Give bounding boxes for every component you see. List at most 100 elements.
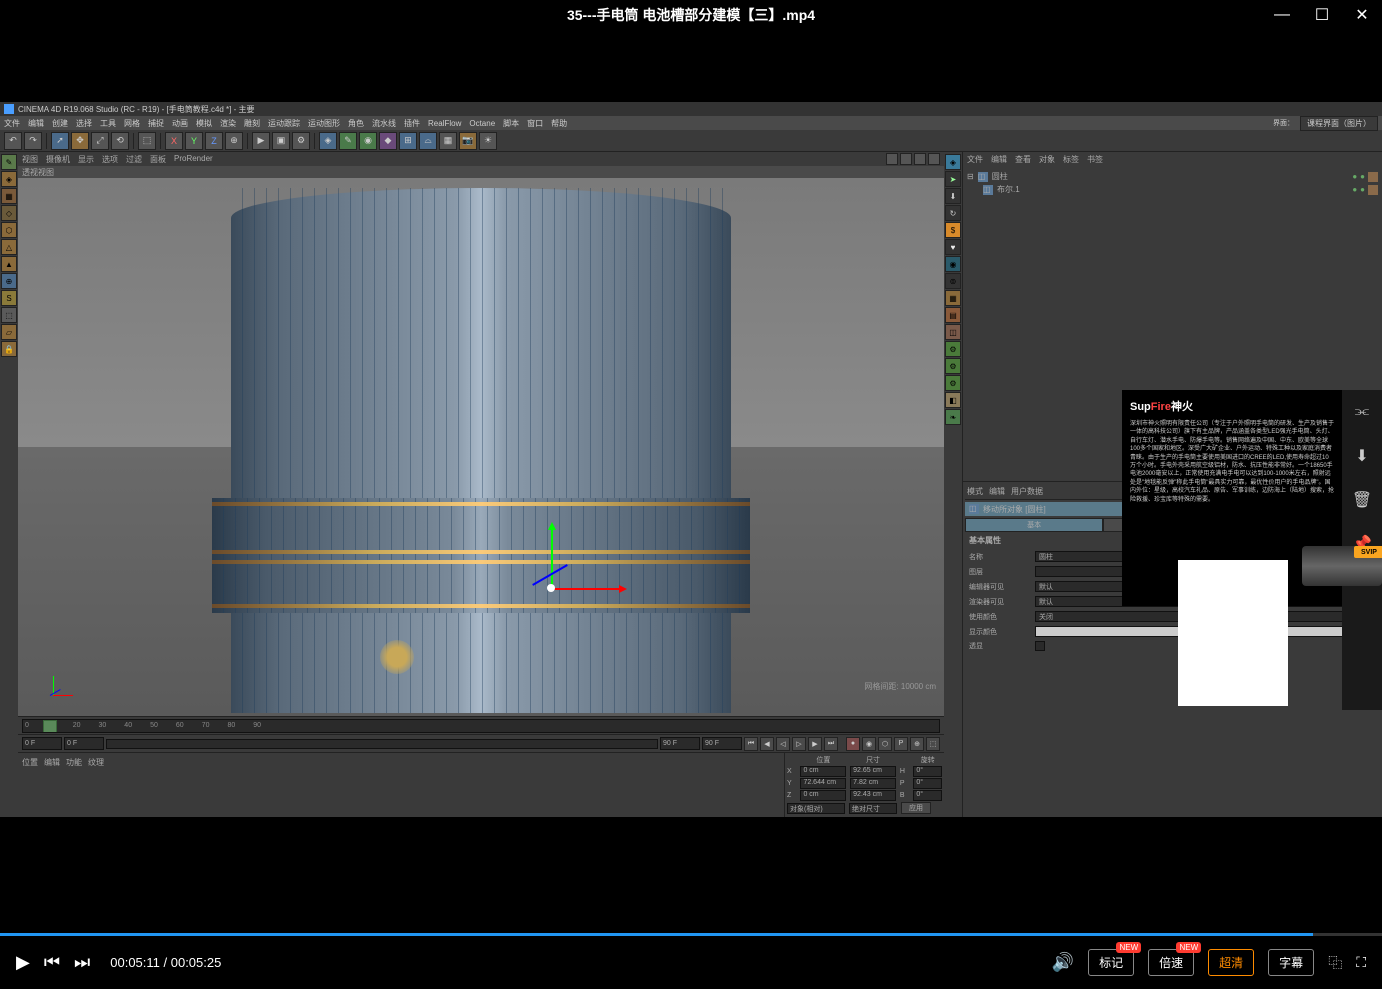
timeline-ruler[interactable]: 0 10 20 30 40 50 60 70 80 90 [22, 719, 940, 733]
scale-icon[interactable]: ⤢ [91, 132, 109, 150]
attr-tab-edit[interactable]: 编辑 [989, 486, 1005, 497]
close-button[interactable]: ✕ [1342, 0, 1382, 30]
rt-reset-icon[interactable]: ↻ [945, 205, 961, 221]
texture-mode-icon[interactable]: ▦ [1, 188, 17, 204]
bend-icon[interactable]: ⌓ [419, 132, 437, 150]
attr-tab-basic[interactable]: 基本 [965, 518, 1103, 532]
attr-xray-checkbox[interactable] [1035, 641, 1045, 651]
fullscreen-button[interactable]: ⛶ [1356, 954, 1366, 971]
menu-pipeline[interactable]: 流水线 [372, 118, 396, 129]
extrude-icon[interactable]: ◆ [379, 132, 397, 150]
om-tab-file[interactable]: 文件 [967, 154, 983, 165]
autokey-icon[interactable]: ◉ [862, 737, 876, 751]
attr-tab-mode[interactable]: 模式 [967, 486, 983, 497]
pen-icon[interactable]: ✎ [339, 132, 357, 150]
rt-arrow-icon[interactable]: ➤ [945, 171, 961, 187]
om-tab-tags[interactable]: 标签 [1063, 154, 1079, 165]
vp-tab-prorender[interactable]: ProRender [174, 154, 213, 165]
bp-tab-edit[interactable]: 编辑 [44, 757, 60, 768]
rt-heart-icon[interactable]: ♥ [945, 239, 961, 255]
attr-tab-user[interactable]: 用户数据 [1011, 486, 1043, 497]
subtitle-button[interactable]: 字幕 [1268, 949, 1314, 976]
axis-mode-icon[interactable]: ⊕ [1, 273, 17, 289]
vp-tab-filter[interactable]: 过滤 [126, 154, 142, 165]
coord-y-size[interactable]: 7.82 cm [850, 778, 896, 789]
menu-window[interactable]: 窗口 [527, 118, 543, 129]
vis-render-icon2[interactable]: ● [1360, 185, 1365, 195]
play-button[interactable]: ▶ [16, 952, 30, 973]
vp-tab-display[interactable]: 显示 [78, 154, 94, 165]
vp-nav3-icon[interactable] [914, 153, 926, 165]
vp-tab-panel[interactable]: 面板 [150, 154, 166, 165]
rotate-icon[interactable]: ⟲ [111, 132, 129, 150]
minimize-button[interactable]: — [1262, 0, 1302, 30]
render-settings-icon[interactable]: ⚙ [292, 132, 310, 150]
play-back-icon[interactable]: ◁ [776, 737, 790, 751]
menu-snap[interactable]: 捕捉 [148, 118, 164, 129]
vp-nav1-icon[interactable] [886, 153, 898, 165]
polygon-mode-icon[interactable]: ▲ [1, 256, 17, 272]
gizmo-center[interactable] [547, 584, 555, 592]
vp-nav4-icon[interactable] [928, 153, 940, 165]
om-tab-edit[interactable]: 编辑 [991, 154, 1007, 165]
rt-gear2-icon[interactable]: ⚙ [945, 358, 961, 374]
maximize-button[interactable]: ☐ [1302, 0, 1342, 30]
floor-icon[interactable]: ▦ [439, 132, 457, 150]
coord-z-size[interactable]: 92.43 cm [850, 790, 896, 801]
step-fwd-icon[interactable]: ▶ [808, 737, 822, 751]
axis-y-icon[interactable]: Y [185, 132, 203, 150]
mark-button[interactable]: 标记 NEW [1088, 949, 1134, 976]
rt-box-icon[interactable]: ◫ [945, 324, 961, 340]
coord-mode[interactable]: 对象(相对) [787, 803, 845, 814]
menu-plugins[interactable]: 插件 [404, 118, 420, 129]
layout-dropdown[interactable]: 课程界面（图片） [1300, 116, 1378, 131]
camera-icon[interactable]: 📷 [459, 132, 477, 150]
axis-z-icon[interactable]: Z [205, 132, 223, 150]
rt-globe-icon[interactable]: ◉ [945, 256, 961, 272]
volume-icon[interactable]: 🔊 [1052, 952, 1074, 973]
model-mode-icon[interactable]: ◈ [1, 171, 17, 187]
rt-leaf-icon[interactable]: ❧ [945, 409, 961, 425]
rt-gear3-icon[interactable]: ⚙ [945, 375, 961, 391]
edge-mode-icon[interactable]: △ [1, 239, 17, 255]
gizmo-x-axis[interactable] [551, 588, 621, 590]
keyframe-icon[interactable]: ● [846, 737, 860, 751]
rt-cube-icon[interactable]: ◈ [945, 154, 961, 170]
gizmo-z-axis[interactable] [532, 564, 568, 586]
om-tab-obj[interactable]: 对象 [1039, 154, 1055, 165]
frame-current[interactable]: 0 F [64, 737, 104, 750]
frame-end[interactable]: 90 F [660, 737, 700, 750]
coord-h-rot[interactable]: 0° [913, 766, 942, 777]
workplane-icon[interactable]: ◇ [1, 205, 17, 221]
play-icon[interactable]: ▷ [792, 737, 806, 751]
coord-y-pos[interactable]: 72.644 cm [800, 778, 846, 789]
redo-icon[interactable]: ↷ [24, 132, 42, 150]
om-tab-bookmark[interactable]: 书签 [1087, 154, 1103, 165]
quality-button[interactable]: 超清 [1208, 949, 1254, 976]
frame-start[interactable]: 0 F [22, 737, 62, 750]
timeline-playhead[interactable] [43, 720, 57, 733]
hierarchy-item-bool[interactable]: ◫ 布尔.1 ● ● [967, 183, 1378, 196]
keyparam-icon[interactable]: ⊕ [910, 737, 924, 751]
prev-button[interactable]: ⏮ [44, 952, 60, 973]
rt-gear1-icon[interactable]: ⚙ [945, 341, 961, 357]
coord-b-rot[interactable]: 0° [913, 790, 942, 801]
rt-down-icon[interactable]: ⬇ [945, 188, 961, 204]
menu-render[interactable]: 渲染 [220, 118, 236, 129]
frame-end2[interactable]: 90 F [702, 737, 742, 750]
snap-icon[interactable]: ⬚ [1, 307, 17, 323]
menu-tools[interactable]: 工具 [100, 118, 116, 129]
workplane2-icon[interactable]: ▱ [1, 324, 17, 340]
goto-end-icon[interactable]: ⏭ [824, 737, 838, 751]
menu-character[interactable]: 角色 [348, 118, 364, 129]
om-tab-view[interactable]: 查看 [1015, 154, 1031, 165]
gizmo-y-axis[interactable] [551, 528, 553, 588]
goto-start-icon[interactable]: ⏮ [744, 737, 758, 751]
vp-tab-options[interactable]: 选项 [102, 154, 118, 165]
axis-x-icon[interactable]: X [165, 132, 183, 150]
coord-x-size[interactable]: 92.65 cm [850, 766, 896, 777]
keyall-icon[interactable]: ⬚ [926, 737, 940, 751]
phong-tag-icon2[interactable] [1368, 185, 1378, 195]
rt-brick-icon[interactable]: ▤ [945, 307, 961, 323]
menu-realflow[interactable]: RealFlow [428, 119, 461, 128]
